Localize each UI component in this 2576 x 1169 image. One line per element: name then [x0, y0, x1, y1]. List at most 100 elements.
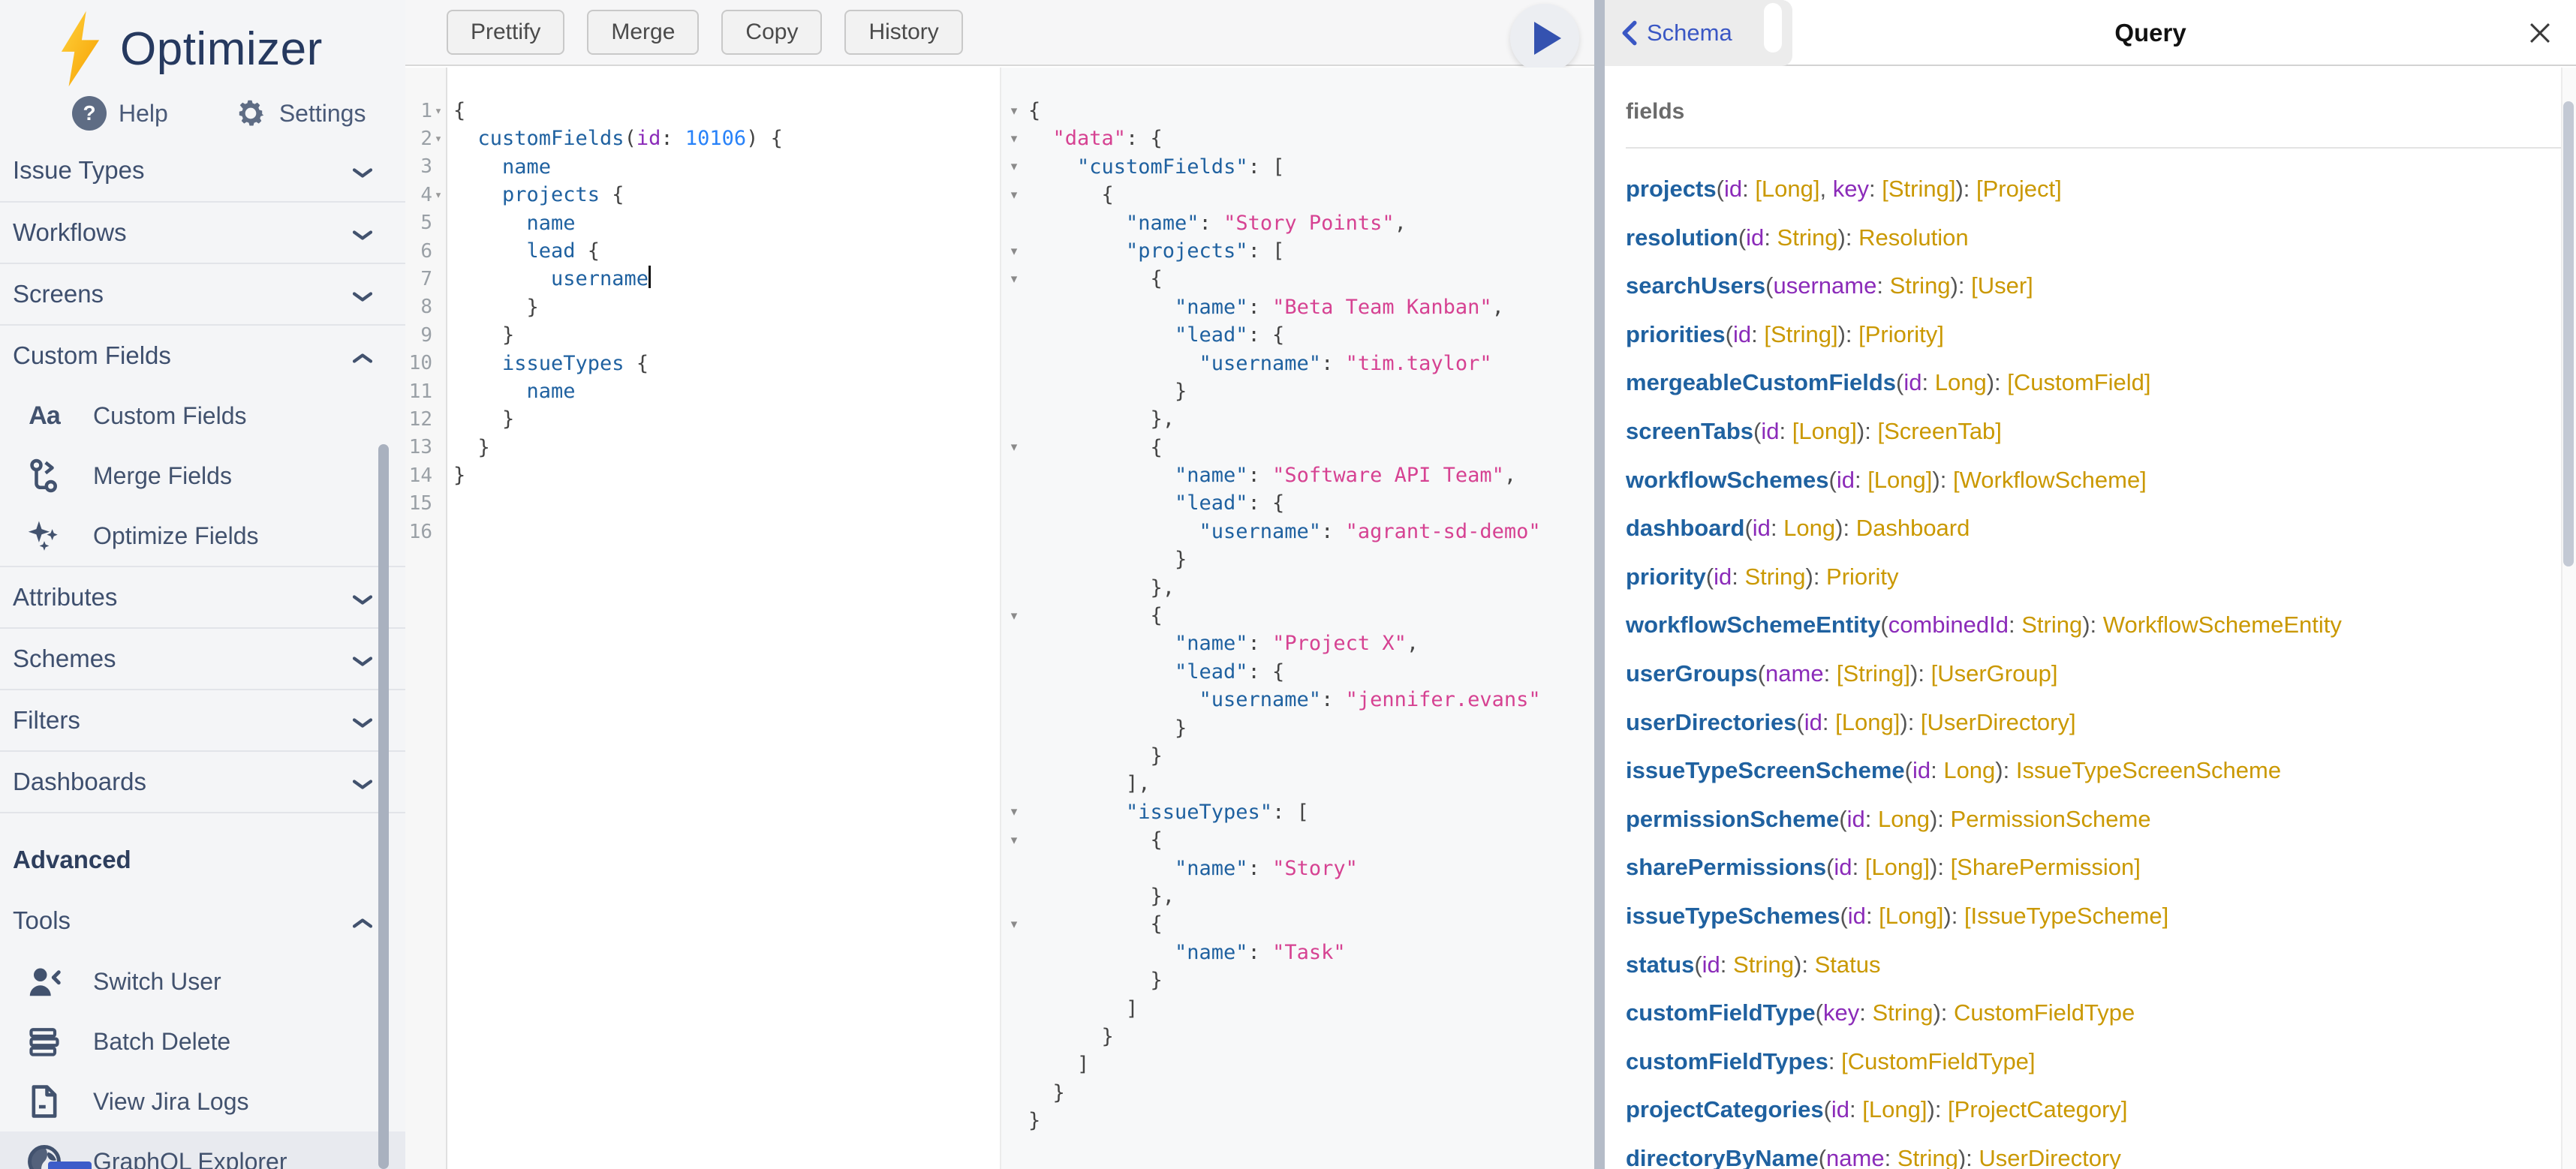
doc-field-name-link[interactable]: searchUsers [1626, 272, 1765, 299]
doc-return-type-link[interactable]: IssueTypeScreenScheme [2016, 757, 2281, 783]
sidebar-section-workflows[interactable]: Workflows [0, 201, 405, 263]
doc-arg-type-link[interactable]: [Long] [1792, 418, 1857, 444]
doc-arg-type-link[interactable]: String [1733, 951, 1794, 978]
doc-arg-type-link[interactable]: String [1890, 272, 1951, 299]
doc-return-type-link[interactable]: UserDirectory [1979, 1145, 2120, 1169]
help-link[interactable]: ? Help [72, 96, 168, 131]
merge-button[interactable]: Merge [587, 10, 699, 55]
sidebar-section-attributes[interactable]: Attributes [0, 566, 405, 627]
doc-return-type-link[interactable]: Dashboard [1856, 515, 1970, 541]
doc-return-type-link[interactable]: Priority [1826, 563, 1898, 590]
history-button[interactable]: History [844, 10, 962, 55]
doc-arg-type-link[interactable]: String [1745, 563, 1806, 590]
doc-return-type-link[interactable]: [Priority] [1858, 321, 1944, 347]
sidebar-item-merge-fields[interactable]: Merge Fields [0, 446, 405, 506]
docs-scrollbar-thumb[interactable] [2563, 101, 2574, 566]
sidebar-item-optimize-fields[interactable]: Optimize Fields [0, 506, 405, 566]
sidebar-item-custom-fields[interactable]: AaCustom Fields [0, 386, 405, 446]
doc-arg-type-link[interactable]: [Long] [1862, 1096, 1927, 1122]
doc-arg-type-link[interactable]: [Long] [1755, 176, 1819, 202]
fold-arrow-icon[interactable]: ▾ [1001, 798, 1027, 826]
sidebar-section-tools[interactable]: Tools [0, 890, 405, 951]
doc-return-type-link[interactable]: [CustomField] [2007, 369, 2150, 395]
doc-return-type-link[interactable]: [CustomFieldType] [1841, 1048, 2035, 1074]
fold-arrow-icon[interactable]: ▾ [1001, 910, 1027, 938]
doc-arg-type-link[interactable]: Long [1878, 806, 1930, 832]
sidebar-section-custom-fields[interactable]: Custom Fields [0, 324, 405, 386]
doc-field-name-link[interactable]: dashboard [1626, 515, 1744, 541]
doc-arg-type-link[interactable]: [String] [1882, 176, 1955, 202]
doc-arg-type-link[interactable]: [Long] [1879, 903, 1943, 929]
fold-arrow-icon[interactable]: ▾ [1001, 97, 1027, 125]
fold-arrow-icon[interactable]: ▾ [1001, 153, 1027, 181]
doc-field-name-link[interactable]: priorities [1626, 321, 1726, 347]
doc-arg-type-link[interactable]: Long [1783, 515, 1835, 541]
doc-return-type-link[interactable]: [ProjectCategory] [1948, 1096, 2128, 1122]
doc-arg-type-link[interactable]: String [2021, 612, 2082, 638]
sidebar-section-filters[interactable]: Filters [0, 689, 405, 750]
fold-arrow-icon[interactable]: ▾ [1001, 826, 1027, 854]
fold-arrow-icon[interactable]: ▾ [1001, 602, 1027, 630]
query-editor-input[interactable]: {customFields(id: 10106) {nameprojects {… [447, 68, 1000, 1169]
doc-field-name-link[interactable]: sharePermissions [1626, 854, 1826, 880]
doc-field-name-link[interactable]: customFieldType [1626, 999, 1816, 1026]
doc-return-type-link[interactable]: [UserDirectory] [1921, 709, 2076, 735]
settings-link[interactable]: Settings [234, 97, 366, 130]
doc-field-name-link[interactable]: workflowSchemeEntity [1626, 612, 1880, 638]
doc-field-name-link[interactable]: customFieldTypes [1626, 1048, 1828, 1074]
doc-return-type-link[interactable]: [WorkflowScheme] [1953, 467, 2147, 493]
doc-arg-type-link[interactable]: [String] [1837, 660, 1910, 687]
doc-field-name-link[interactable]: resolution [1626, 224, 1738, 251]
doc-field-name-link[interactable]: userDirectories [1626, 709, 1796, 735]
prettify-button[interactable]: Prettify [447, 10, 564, 55]
sidebar-section-dashboards[interactable]: Dashboards [0, 750, 405, 812]
sidebar-section-schemes[interactable]: Schemes [0, 627, 405, 689]
doc-return-type-link[interactable]: WorkflowSchemeEntity [2103, 612, 2342, 638]
doc-field-name-link[interactable]: projects [1626, 176, 1717, 202]
doc-arg-type-link[interactable]: String [1777, 224, 1838, 251]
fold-arrow-icon[interactable]: ▾ [1001, 237, 1027, 265]
doc-arg-type-link[interactable]: [Long] [1867, 467, 1932, 493]
execute-query-button[interactable] [1510, 4, 1579, 73]
doc-field-name-link[interactable]: issueTypeSchemes [1626, 903, 1840, 929]
doc-arg-type-link[interactable]: String [1897, 1145, 1958, 1169]
docs-scrollbar-track[interactable] [2561, 68, 2576, 1169]
doc-return-type-link[interactable]: [IssueTypeScheme] [1964, 903, 2168, 929]
doc-arg-type-link[interactable]: [Long] [1835, 709, 1900, 735]
doc-arg-type-link[interactable]: Long [1943, 757, 1995, 783]
doc-return-type-link[interactable]: CustomFieldType [1954, 999, 2135, 1026]
fold-arrow-icon[interactable]: ▾ [432, 131, 444, 146]
doc-return-type-link[interactable]: [UserGroup] [1931, 660, 2058, 687]
doc-field-name-link[interactable]: mergeableCustomFields [1626, 369, 1896, 395]
doc-field-name-link[interactable]: priority [1626, 563, 1706, 590]
doc-arg-type-link[interactable]: Long [1935, 369, 1987, 395]
doc-return-type-link[interactable]: PermissionScheme [1951, 806, 2151, 832]
sidebar-section-issue-types[interactable]: Issue Types [0, 140, 405, 201]
fold-arrow-icon[interactable]: ▾ [1001, 434, 1027, 461]
doc-field-name-link[interactable]: workflowSchemes [1626, 467, 1828, 493]
fold-arrow-icon[interactable]: ▾ [1001, 265, 1027, 293]
doc-return-type-link[interactable]: Resolution [1858, 224, 1968, 251]
doc-field-name-link[interactable]: issueTypeScreenScheme [1626, 757, 1905, 783]
doc-field-name-link[interactable]: screenTabs [1626, 418, 1753, 444]
fold-arrow-icon[interactable]: ▾ [1001, 181, 1027, 209]
sidebar-item-batch-delete[interactable]: Batch Delete [0, 1011, 405, 1071]
doc-field-name-link[interactable]: projectCategories [1626, 1096, 1824, 1122]
sidebar-section-screens[interactable]: Screens [0, 263, 405, 324]
doc-return-type-link[interactable]: [User] [1971, 272, 2033, 299]
copy-button[interactable]: Copy [721, 10, 822, 55]
sidebar-item-view-jira-logs[interactable]: View Jira Logs [0, 1071, 405, 1131]
fold-arrow-icon[interactable]: ▾ [432, 104, 444, 119]
doc-return-type-link[interactable]: Status [1815, 951, 1881, 978]
doc-field-name-link[interactable]: permissionScheme [1626, 806, 1839, 832]
doc-return-type-link[interactable]: [ScreenTab] [1877, 418, 2001, 444]
doc-return-type-link[interactable]: [Project] [1976, 176, 2062, 202]
doc-arg-type-link[interactable]: [String] [1764, 321, 1837, 347]
fold-arrow-icon[interactable]: ▾ [1001, 125, 1027, 152]
doc-return-type-link[interactable]: [SharePermission] [1951, 854, 2141, 880]
doc-arg-type-link[interactable]: String [1872, 999, 1933, 1026]
sidebar-scrollbar-thumb[interactable] [378, 444, 389, 1169]
fold-arrow-icon[interactable]: ▾ [432, 188, 444, 203]
doc-field-name-link[interactable]: userGroups [1626, 660, 1758, 687]
docs-panel-divider[interactable] [1594, 0, 1605, 1169]
